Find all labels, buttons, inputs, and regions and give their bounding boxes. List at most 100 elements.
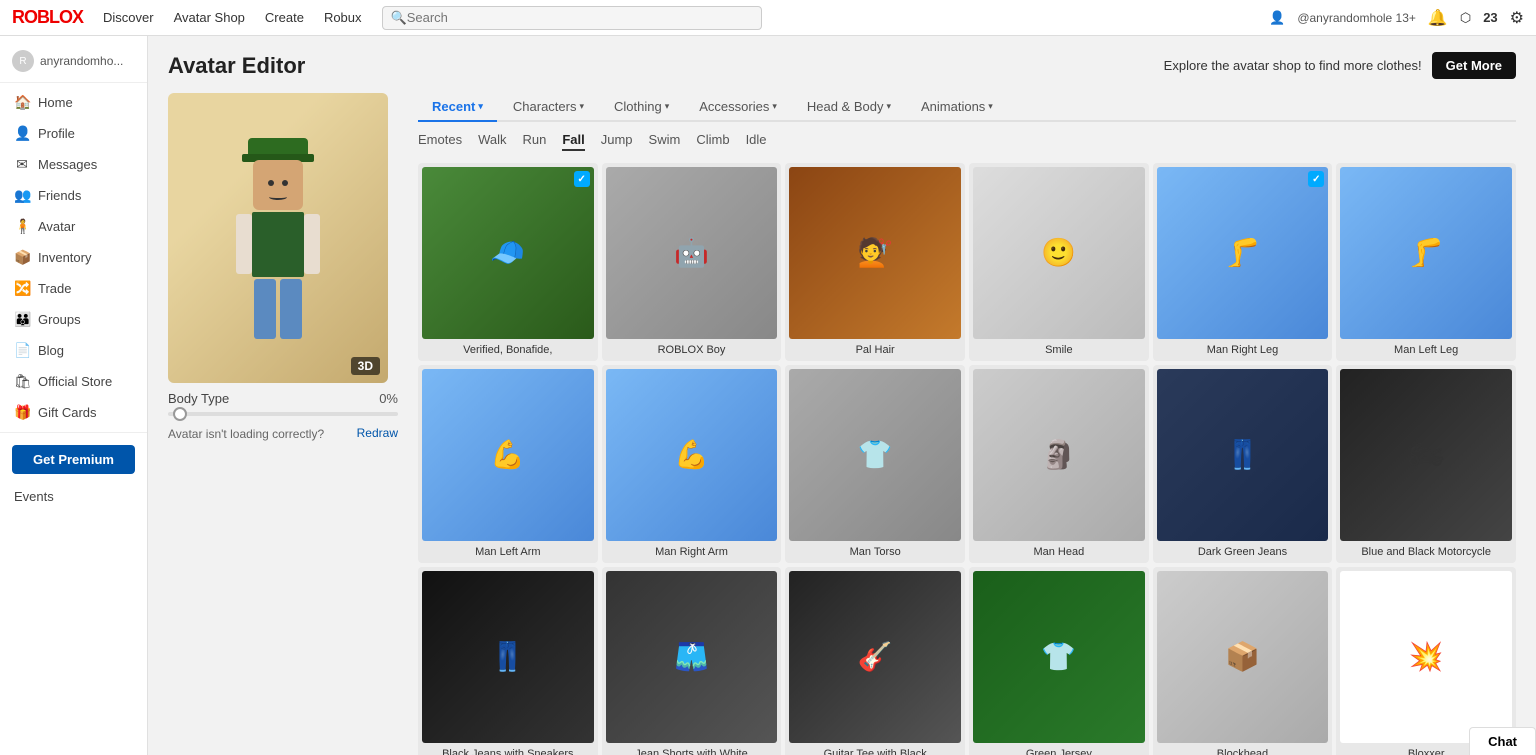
item-label: Dark Green Jeans: [1157, 545, 1329, 559]
settings-icon[interactable]: ⚙: [1510, 8, 1524, 28]
sidebar-item-events[interactable]: Events: [0, 482, 147, 511]
item-thumb: 💥: [1340, 571, 1512, 743]
item-check-badge: ✓: [1308, 171, 1324, 187]
sidebar-item-avatar[interactable]: 🧍 Avatar: [0, 211, 147, 242]
item-card-13[interactable]: 👖Black Jeans with Sneakers: [418, 567, 598, 755]
chevron-down-icon: ▾: [772, 101, 777, 112]
sidebar-item-label: Official Store: [38, 374, 112, 389]
item-symbol: 👖: [1225, 438, 1260, 471]
item-label: Blockhead: [1157, 747, 1329, 755]
item-card-14[interactable]: 🩳Jean Shorts with White: [602, 567, 782, 755]
item-card-15[interactable]: 🎸Guitar Tee with Black: [785, 567, 965, 755]
item-card-3[interactable]: 💇Pal Hair: [785, 163, 965, 361]
topnav: ROBLOX Discover Avatar Shop Create Robux…: [0, 0, 1536, 36]
robux-icon: ⬡: [1460, 10, 1471, 26]
subtab-idle[interactable]: Idle: [746, 130, 767, 151]
search-icon: 🔍: [391, 10, 407, 26]
item-card-4[interactable]: 🙂Smile: [969, 163, 1149, 361]
item-label: Pal Hair: [789, 343, 961, 357]
tab-characters[interactable]: Characters ▾: [499, 93, 598, 122]
sidebar-item-blog[interactable]: 📄 Blog: [0, 335, 147, 366]
item-card-17[interactable]: 📦Blockhead: [1153, 567, 1333, 755]
friends-icon: 👥: [14, 187, 30, 204]
body-type-row: Body Type 0%: [168, 391, 398, 406]
sidebar-item-groups[interactable]: 👪 Groups: [0, 304, 147, 335]
profile-icon: 👤: [14, 125, 30, 142]
item-thumb: 🏍: [1340, 369, 1512, 541]
tab-animations[interactable]: Animations ▾: [907, 93, 1007, 122]
item-card-12[interactable]: 🏍Blue and Black Motorcycle: [1336, 365, 1516, 563]
tab-accessories[interactable]: Accessories ▾: [685, 93, 791, 122]
inventory-icon: 📦: [14, 249, 30, 266]
item-card-2[interactable]: 🤖ROBLOX Boy: [602, 163, 782, 361]
item-symbol: 🏍: [1408, 438, 1444, 471]
body-type-slider[interactable]: [168, 412, 398, 416]
notification-bell-icon[interactable]: 🔔: [1428, 8, 1448, 28]
robux-count[interactable]: 23: [1483, 10, 1497, 25]
chat-button[interactable]: Chat: [1469, 727, 1536, 755]
loading-section: Avatar isn't loading correctly? Redraw: [168, 426, 398, 441]
store-icon: 🛍: [14, 373, 30, 390]
main-content: Avatar Editor Explore the avatar shop to…: [148, 36, 1536, 755]
subtab-run[interactable]: Run: [522, 130, 546, 151]
sidebar-item-trade[interactable]: 🔀 Trade: [0, 273, 147, 304]
item-card-9[interactable]: 👕 Man Torso: [785, 365, 965, 563]
roblox-logo[interactable]: ROBLOX: [12, 7, 83, 28]
get-premium-button[interactable]: Get Premium: [12, 445, 135, 474]
item-card-10[interactable]: 🗿Man Head: [969, 365, 1149, 563]
body-type-label: Body Type: [168, 391, 229, 406]
subtab-swim[interactable]: Swim: [649, 130, 681, 151]
item-label: Jean Shorts with White: [606, 747, 778, 755]
item-thumb: 👖: [1157, 369, 1329, 541]
item-symbol: 💪: [490, 438, 525, 471]
item-thumb: 🎸: [789, 571, 961, 743]
search-box[interactable]: 🔍: [382, 6, 762, 30]
item-card-8[interactable]: 💪Man Right Arm: [602, 365, 782, 563]
item-card-11[interactable]: 👖 Dark Green Jeans: [1153, 365, 1333, 563]
item-label: Man Torso: [789, 545, 961, 559]
sidebar-item-gift-cards[interactable]: 🎁 Gift Cards: [0, 397, 147, 428]
item-thumb: 🦵: [1340, 167, 1512, 339]
item-thumb: 👕: [789, 369, 961, 541]
sidebar-item-home[interactable]: 🏠 Home: [0, 87, 147, 118]
subtab-jump[interactable]: Jump: [601, 130, 633, 151]
item-symbol: 💥: [1409, 640, 1444, 673]
avatar-shop-link[interactable]: Avatar Shop: [174, 10, 245, 25]
get-more-button[interactable]: Get More: [1432, 52, 1516, 79]
sidebar-item-profile[interactable]: 👤 Profile: [0, 118, 147, 149]
robux-link[interactable]: Robux: [324, 10, 362, 25]
item-card-5[interactable]: 🦵✓Man Right Leg: [1153, 163, 1333, 361]
user-avatar-icon: 👤: [1269, 10, 1285, 26]
avatar-canvas: 3D: [168, 93, 388, 383]
item-card-16[interactable]: 👕 Green Jersey: [969, 567, 1149, 755]
redraw-link[interactable]: Redraw: [357, 426, 398, 440]
subtab-climb[interactable]: Climb: [696, 130, 729, 151]
chevron-down-icon: ▾: [988, 101, 993, 112]
chevron-down-icon: ▾: [579, 101, 584, 112]
tab-head-body[interactable]: Head & Body ▾: [793, 93, 905, 122]
item-label: Green Jersey: [973, 747, 1145, 755]
username-display: @anyrandomhole 13+: [1297, 11, 1416, 25]
create-link[interactable]: Create: [265, 10, 304, 25]
search-input[interactable]: [407, 10, 753, 25]
tab-recent[interactable]: Recent ▾: [418, 93, 497, 122]
chevron-down-icon: ▾: [478, 101, 483, 112]
subtab-emotes[interactable]: Emotes: [418, 130, 462, 151]
tab-recent-label: Recent: [432, 99, 475, 114]
trade-icon: 🔀: [14, 280, 30, 297]
subtab-fall[interactable]: Fall: [562, 130, 584, 151]
item-card-7[interactable]: 💪Man Left Arm: [418, 365, 598, 563]
topnav-right: 👤 @anyrandomhole 13+ 🔔 ⬡ 23 ⚙: [1269, 8, 1524, 28]
avatar-3d-badge: 3D: [351, 357, 380, 375]
item-card-1[interactable]: 🧢✓Verified, Bonafide,: [418, 163, 598, 361]
sidebar-item-messages[interactable]: ✉ Messages: [0, 149, 147, 180]
sidebar-item-friends[interactable]: 👥 Friends: [0, 180, 147, 211]
avatar-section: 3D Body Type 0% Avatar isn't loading cor…: [168, 93, 1516, 755]
tab-clothing[interactable]: Clothing ▾: [600, 93, 683, 122]
discover-link[interactable]: Discover: [103, 10, 154, 25]
sidebar-item-inventory[interactable]: 📦 Inventory: [0, 242, 147, 273]
sidebar-item-official-store[interactable]: 🛍 Official Store: [0, 366, 147, 397]
item-card-6[interactable]: 🦵Man Left Leg: [1336, 163, 1516, 361]
item-symbol: 👕: [1041, 640, 1076, 673]
subtab-walk[interactable]: Walk: [478, 130, 506, 151]
